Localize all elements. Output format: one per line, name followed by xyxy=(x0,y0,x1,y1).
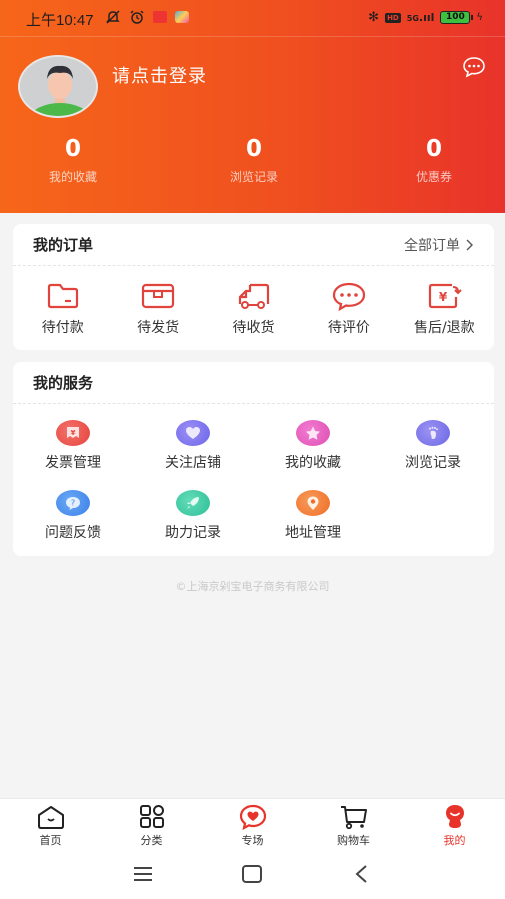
stat-label: 我的收藏 xyxy=(48,170,97,184)
service-followed-shops[interactable]: 关注店铺 xyxy=(133,420,253,482)
stat-history[interactable]: 0 浏览记录 xyxy=(204,136,304,185)
profile-icon xyxy=(445,805,464,828)
svg-text:¥: ¥ xyxy=(439,290,448,304)
service-label: 浏览记录 xyxy=(405,455,461,471)
stat-favorites[interactable]: 0 我的收藏 xyxy=(23,136,123,185)
hd-icon: HD xyxy=(385,12,401,23)
service-label: 我的收藏 xyxy=(285,455,341,471)
signal-icon: 5G.ııl xyxy=(406,11,435,24)
order-label: 待发货 xyxy=(137,319,180,336)
bluetooth-icon: ✻ xyxy=(368,10,380,25)
status-bar: 上午10:47 ✻ HD 5G.ııl 100 ϟ xyxy=(0,0,505,36)
service-feedback[interactable]: ? 问题反馈 xyxy=(13,490,133,552)
tab-label: 分类 xyxy=(140,834,163,847)
question-icon: ? xyxy=(56,490,90,516)
tab-label: 专场 xyxy=(241,834,264,847)
service-invoice[interactable]: ¥ 发票管理 xyxy=(13,420,133,482)
system-nav-bar xyxy=(0,850,505,899)
home-button-icon[interactable] xyxy=(238,862,266,886)
special-icon xyxy=(239,804,266,830)
stat-value: 0 xyxy=(425,136,442,162)
cart-icon xyxy=(340,806,367,830)
all-orders-link[interactable]: 全部订单 xyxy=(404,235,474,255)
copyright-text: ©上海京剁宝电子商务有限公司 xyxy=(175,580,330,593)
tab-label: 首页 xyxy=(39,834,62,847)
heart-icon xyxy=(176,420,210,446)
package-icon xyxy=(142,283,175,308)
location-icon xyxy=(296,490,330,516)
orders-title: 我的订单 xyxy=(33,236,94,254)
order-label: 待评价 xyxy=(327,319,370,336)
app-notification-icon xyxy=(153,11,167,23)
avatar[interactable] xyxy=(18,55,98,118)
message-icon[interactable] xyxy=(462,56,486,78)
gallery-notification-icon xyxy=(175,11,189,23)
order-pending-review[interactable]: 待评价 xyxy=(301,281,396,337)
status-time: 上午10:47 xyxy=(26,12,94,29)
profile-header: 上午10:47 ✻ HD 5G.ııl 100 ϟ 请点击登录 0 我的收藏 0… xyxy=(0,0,505,213)
service-browse-history[interactable]: 浏览记录 xyxy=(373,420,493,482)
service-favorites[interactable]: 我的收藏 xyxy=(253,420,373,482)
service-label: 关注店铺 xyxy=(165,455,221,471)
battery-icon: 100 xyxy=(440,11,474,24)
order-label: 待付款 xyxy=(41,319,84,336)
stat-value: 0 xyxy=(64,136,81,162)
service-boost-history[interactable]: 助力记录 xyxy=(133,490,253,552)
alarm-icon xyxy=(130,10,144,24)
stat-coupons[interactable]: 0 优惠券 xyxy=(384,136,484,185)
service-label: 发票管理 xyxy=(45,455,101,471)
tab-profile[interactable]: 我的 xyxy=(404,799,505,850)
tab-home[interactable]: 首页 xyxy=(0,799,101,850)
order-label: 待收货 xyxy=(232,319,275,336)
order-label: 售后/退款 xyxy=(413,319,475,336)
menu-icon[interactable] xyxy=(129,862,157,886)
bottom-tab-bar: 首页 分类 专场 购物车 我的 xyxy=(0,798,505,850)
orders-card: 我的订单 全部订单 待付款 待发货 待收货 待评价 ¥ 售后/退款 xyxy=(13,224,494,350)
tab-category[interactable]: 分类 xyxy=(101,799,202,850)
svg-text:¥: ¥ xyxy=(71,429,76,437)
order-refund[interactable]: ¥ 售后/退款 xyxy=(397,281,492,337)
service-label: 地址管理 xyxy=(285,525,341,541)
tab-cart[interactable]: 购物车 xyxy=(303,799,404,850)
stat-label: 浏览记录 xyxy=(229,170,278,184)
stat-value: 0 xyxy=(245,136,262,162)
tab-label: 购物车 xyxy=(337,834,370,847)
rocket-icon xyxy=(176,490,210,516)
services-title: 我的服务 xyxy=(33,374,94,392)
comment-icon xyxy=(332,282,366,311)
service-label: 助力记录 xyxy=(165,525,221,541)
mute-icon xyxy=(106,10,120,24)
back-icon[interactable] xyxy=(348,862,376,886)
refund-icon: ¥ xyxy=(429,283,463,308)
service-label: 问题反馈 xyxy=(45,525,101,541)
invoice-icon: ¥ xyxy=(56,420,90,446)
home-icon xyxy=(37,806,64,829)
stat-label: 优惠券 xyxy=(415,170,452,184)
footprint-icon xyxy=(416,420,450,446)
charging-icon: ϟ xyxy=(476,12,483,23)
svg-text:?: ? xyxy=(71,499,75,508)
star-icon xyxy=(296,420,330,446)
login-prompt[interactable]: 请点击登录 xyxy=(112,62,207,88)
chevron-right-icon xyxy=(466,239,473,250)
order-pending-payment[interactable]: 待付款 xyxy=(15,281,110,337)
avatar-icon xyxy=(20,57,96,116)
services-card: 我的服务 ¥ 发票管理 关注店铺 我的收藏 浏览记录 ? 问题反馈 助力记录 地… xyxy=(13,362,494,556)
wallet-icon xyxy=(47,283,78,308)
category-icon xyxy=(139,805,164,828)
order-pending-shipment[interactable]: 待发货 xyxy=(110,281,205,337)
order-pending-receipt[interactable]: 待收货 xyxy=(206,281,301,337)
truck-icon xyxy=(238,283,269,309)
tab-label: 我的 xyxy=(443,834,466,847)
service-address[interactable]: 地址管理 xyxy=(253,490,373,552)
tab-special[interactable]: 专场 xyxy=(202,799,303,850)
